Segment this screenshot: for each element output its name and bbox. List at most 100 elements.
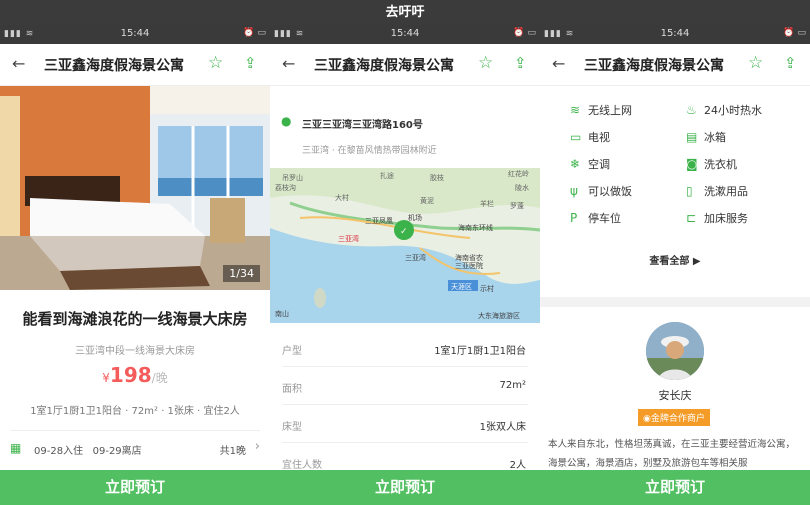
price-currency: ¥	[102, 371, 110, 385]
star-icon[interactable]: ☆	[208, 53, 223, 73]
phone-screen-location: ▮▮▮ ≋ 15:44 ⏰ ▭ ← 三亚鑫海度假海景公寓 ☆ ⇪ ● 三亚三亚湾…	[270, 25, 540, 505]
ac-icon: ❄	[570, 157, 581, 171]
amenity-label: 洗衣机	[704, 158, 737, 171]
bedroom-image	[0, 86, 270, 290]
arrow-left-icon[interactable]: ←	[12, 54, 25, 73]
map-label: 大东海旅游区	[478, 311, 520, 320]
info-value: 2人	[509, 460, 526, 471]
battery-icon: ⏰ ▭	[513, 28, 536, 38]
info-row-area: 面积 72m²	[282, 367, 528, 405]
phone-screen-overview: ▮▮▮ ≋ 15:44 ⏰ ▭ ← 三亚鑫海度假海景公寓 ☆ ⇪ 1/34 能看…	[0, 25, 270, 505]
arrow-left-icon[interactable]: ←	[282, 54, 295, 73]
section-divider	[540, 297, 810, 307]
map-label: 示村	[480, 284, 494, 293]
amenity-washer: ◙ 洗衣机	[686, 156, 737, 172]
location-pin-icon: ●	[281, 114, 292, 128]
book-now-button[interactable]: 立即预订	[540, 470, 810, 505]
status-time: 15:44	[660, 28, 690, 39]
map-label: 海南东环线	[458, 223, 493, 232]
room-specs: 1室1厅1厨1卫1阳台 · 72m² · 1张床 · 宜住2人	[30, 406, 240, 417]
date-range: 09-28入住 09-29离店	[34, 442, 142, 457]
map-label: 海南省农	[455, 253, 483, 262]
page-title: 三亚鑫海度假海景公寓	[314, 58, 454, 74]
amenity-wifi: ≋ 无线上网	[570, 102, 632, 118]
amenity-label: 加床服务	[704, 212, 748, 225]
star-icon[interactable]: ☆	[748, 53, 763, 73]
amenity-label: 可以做饭	[588, 185, 632, 198]
amenity-label: 洗漱用品	[704, 185, 748, 198]
map-label: 扎途	[380, 171, 394, 180]
address-block: ● 三亚三亚湾三亚湾路160号 三亚湾 · 在黎苗风情热带园林附近	[270, 86, 540, 168]
info-key: 床型	[282, 422, 302, 433]
tv-icon: ▭	[570, 130, 582, 144]
nav-bar: ← 三亚鑫海度假海景公寓 ☆ ⇪	[540, 44, 810, 86]
amenity-label: 空调	[588, 158, 610, 171]
calendar-icon: ▦	[10, 441, 22, 455]
book-now-button[interactable]: 立即预订	[0, 470, 270, 505]
checkout-date: 09-29离店	[92, 446, 142, 457]
star-icon[interactable]: ☆	[478, 53, 493, 73]
amenity-label: 冰箱	[704, 131, 726, 144]
status-bar: ▮▮▮ ≋ 15:44 ⏰ ▭	[540, 25, 810, 44]
price-amount: 198	[109, 363, 152, 387]
map-label: 天涯区	[451, 282, 472, 291]
location-map[interactable]: ✓ 吊罗山 扎途 红花岭 荔枝沟 胶枝 陵水 大村 黄泥 羊栏 罗蓬 三亚凤凰 …	[270, 168, 540, 323]
book-now-button[interactable]: 立即预订	[270, 470, 540, 505]
triangle-right-icon: ▶	[692, 256, 701, 267]
app-title: 去吁吁	[0, 0, 810, 25]
hot-water-icon: ♨	[686, 103, 697, 117]
host-badge: ◉金牌合作商户	[638, 409, 710, 426]
parking-icon: P	[570, 211, 578, 225]
map-label: 罗蓬	[510, 201, 524, 210]
info-key: 户型	[282, 346, 302, 357]
host-badge-label: 金牌合作商户	[650, 414, 705, 424]
host-bio: 本人来自东北，性格坦荡真诚，在三亚主要经营近海公寓，海景公寓，海景酒店，别墅及旅…	[548, 439, 796, 469]
fridge-icon: ▤	[686, 130, 698, 144]
amenity-ac: ❄ 空调	[570, 156, 610, 172]
status-bar: ▮▮▮ ≋ 15:44 ⏰ ▭	[0, 25, 270, 44]
checkin-date: 09-28入住	[34, 446, 84, 457]
date-selector[interactable]: ▦ 09-28入住 09-29离店 共1晚 ›	[10, 430, 260, 464]
wifi-icon: ≋	[570, 103, 581, 117]
see-all-button[interactable]: 查看全部 ▶	[540, 252, 810, 267]
amenity-label: 无线上网	[588, 104, 632, 117]
washer-icon: ◙	[686, 157, 698, 171]
room-title: 能看到海滩浪花的一线海景大床房	[22, 310, 248, 328]
room-photo[interactable]: 1/34	[0, 86, 270, 290]
map-label: 荔枝沟	[275, 183, 296, 192]
see-all-label: 查看全部	[649, 256, 690, 267]
arrow-left-icon[interactable]: ←	[552, 54, 565, 73]
battery-icon: ⏰ ▭	[783, 28, 806, 38]
map-label: 南山	[275, 309, 289, 318]
amenity-fridge: ▤ 冰箱	[686, 129, 726, 145]
map-label: 机场	[408, 213, 422, 222]
share-icon[interactable]: ⇪	[784, 54, 797, 72]
share-icon[interactable]: ⇪	[244, 54, 257, 72]
share-icon[interactable]: ⇪	[514, 54, 527, 72]
map-label: 黄泥	[420, 196, 434, 205]
map-label: 三亚湾	[405, 253, 426, 262]
address-line: 三亚三亚湾三亚湾路160号	[302, 120, 423, 131]
info-row-bed: 床型 1张双人床	[282, 405, 528, 443]
status-time: 15:44	[120, 28, 150, 39]
room-price: ¥198/晚	[0, 363, 270, 387]
map-label: 胶枝	[430, 173, 444, 182]
map-label: 陵水	[515, 183, 529, 192]
map-label: 大村	[335, 193, 349, 202]
chevron-right-icon: ›	[254, 439, 260, 454]
amenity-toiletries: ▯ 洗漱用品	[686, 183, 748, 199]
info-value: 72m²	[499, 380, 526, 391]
map-label: 羊栏	[480, 199, 494, 208]
battery-icon: ⏰ ▭	[243, 28, 266, 38]
host-avatar[interactable]	[646, 322, 704, 380]
toiletries-icon: ▯	[686, 184, 693, 198]
amenity-label: 停车位	[588, 212, 621, 225]
nights-count: 共1晚	[219, 446, 246, 457]
medal-icon: ◉	[643, 414, 651, 424]
map-label: 红花岭	[508, 169, 529, 178]
amenity-label: 电视	[588, 131, 610, 144]
nav-bar: ← 三亚鑫海度假海景公寓 ☆ ⇪	[270, 44, 540, 86]
photo-counter: 1/34	[223, 265, 260, 282]
info-key: 面积	[282, 384, 302, 395]
host-name: 安长庆	[658, 389, 692, 402]
